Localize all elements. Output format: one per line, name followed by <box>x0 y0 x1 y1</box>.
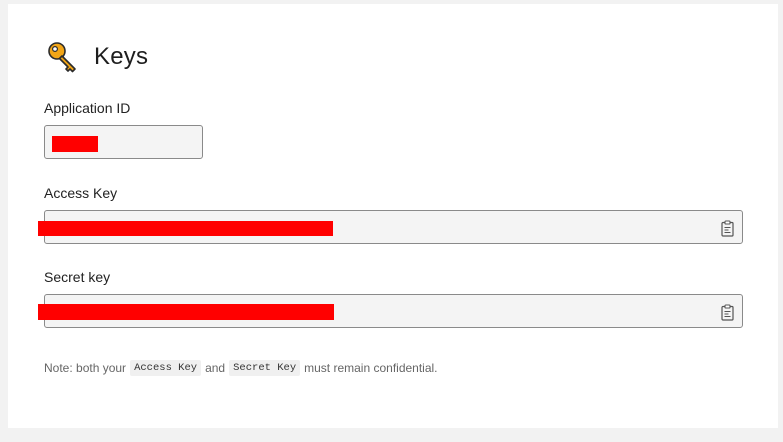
note-middle: and <box>205 361 226 375</box>
keys-card: Keys Application ID Access Key Secret ke… <box>8 4 778 428</box>
page-title: Keys <box>94 43 149 70</box>
note-suffix: must remain confidential. <box>304 361 438 375</box>
redacted-secret-key <box>38 304 334 320</box>
access-key-field[interactable] <box>38 210 743 244</box>
clipboard-copy-icon <box>721 219 734 237</box>
redacted-access-key <box>38 221 333 236</box>
keys-header: Keys <box>46 40 148 74</box>
application-id-field[interactable] <box>44 125 203 159</box>
copy-access-key-button[interactable] <box>720 219 736 237</box>
confidentiality-note: Note: both your Access Key and Secret Ke… <box>44 360 438 376</box>
application-id-label: Application ID <box>44 100 131 116</box>
key-icon <box>46 40 80 74</box>
note-prefix: Note: both your <box>44 361 127 375</box>
access-key-code: Access Key <box>130 360 202 376</box>
secret-key-label: Secret key <box>44 269 111 285</box>
copy-secret-key-button[interactable] <box>720 303 736 321</box>
secret-key-code: Secret Key <box>229 360 301 376</box>
secret-key-field[interactable] <box>38 294 743 328</box>
redacted-application-id <box>52 136 98 152</box>
clipboard-copy-icon <box>721 303 734 321</box>
access-key-label: Access Key <box>44 185 118 201</box>
